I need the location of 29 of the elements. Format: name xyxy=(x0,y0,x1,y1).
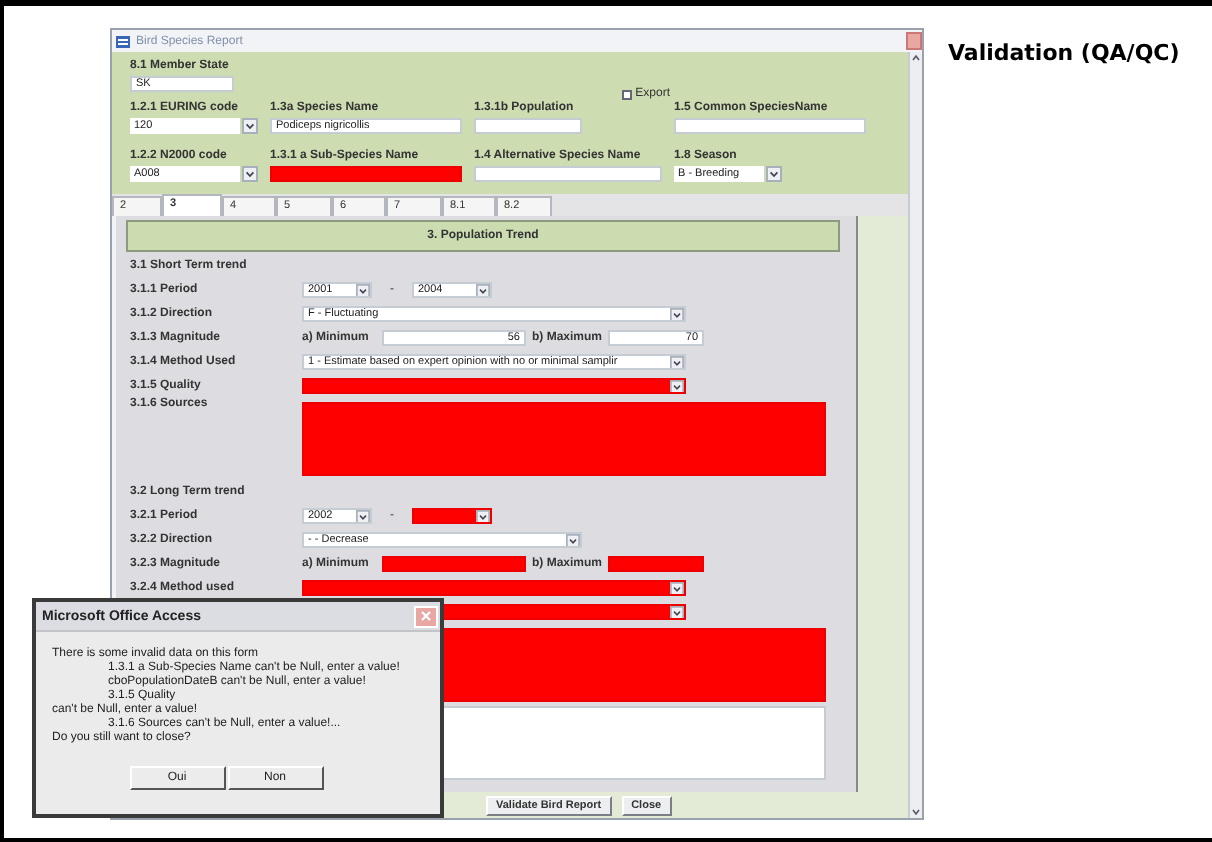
input-field[interactable] xyxy=(270,166,462,182)
dropdown[interactable] xyxy=(302,580,686,596)
input-field[interactable] xyxy=(674,118,866,134)
caret-icon xyxy=(670,606,684,618)
caret-icon xyxy=(766,166,782,182)
caret-icon xyxy=(356,510,370,522)
checkbox[interactable] xyxy=(621,89,632,99)
input-field[interactable] xyxy=(474,166,662,182)
dropdown[interactable] xyxy=(412,508,492,524)
scroll-down-icon[interactable] xyxy=(910,806,922,818)
dropdown[interactable] xyxy=(302,378,686,394)
input-field[interactable] xyxy=(382,556,526,572)
caret-icon xyxy=(242,118,258,134)
slide-title: Validation (QA/QC) xyxy=(948,40,1182,66)
caret-icon xyxy=(242,166,258,182)
caret-icon xyxy=(566,534,580,546)
input-field[interactable] xyxy=(608,556,705,572)
caret-icon xyxy=(476,510,490,522)
close-icon xyxy=(420,610,432,622)
caret-icon xyxy=(670,308,684,320)
caret-icon xyxy=(670,356,684,368)
scroll-up-icon[interactable] xyxy=(910,52,922,64)
caret-icon xyxy=(670,582,684,594)
vertical-scrollbar[interactable] xyxy=(908,52,922,818)
caret-icon xyxy=(476,284,490,296)
caret-icon xyxy=(356,284,370,296)
form-icon xyxy=(116,35,130,47)
input-field[interactable] xyxy=(474,118,582,134)
caret-icon xyxy=(670,380,684,392)
